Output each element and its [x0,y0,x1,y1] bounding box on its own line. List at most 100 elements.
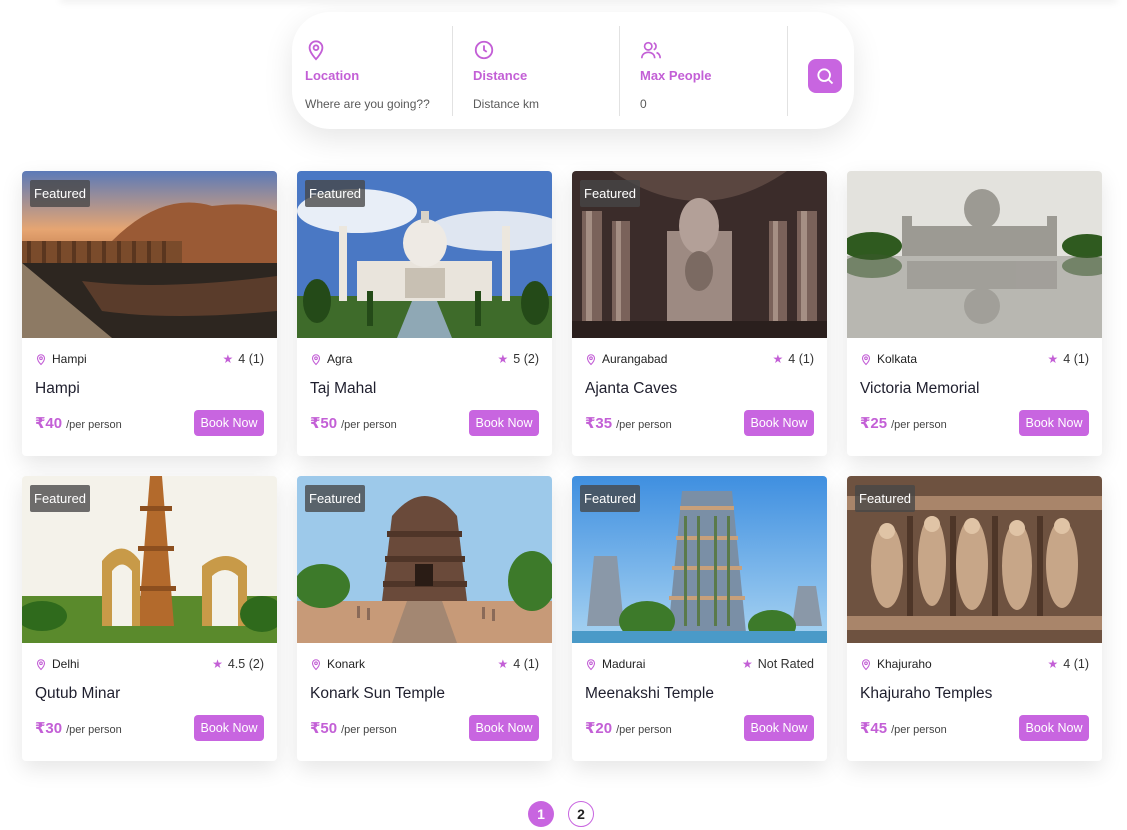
tour-rating: ★ 4 (1) [773,352,814,366]
tour-card: Featured Delhi ★ 4.5 (2) Qutub Minar ₹30/… [22,476,277,761]
tour-price-unit: /per person [341,418,397,431]
tour-rating-value: 4 (1) [788,352,814,366]
tour-location: Khajuraho [860,657,932,671]
pagination: 1 2 [528,801,594,827]
max-people-label: Max People [640,67,712,83]
tour-location: Konark [310,657,365,671]
tour-city: Kolkata [877,352,918,366]
star-icon: ★ [1047,352,1059,366]
tour-title[interactable]: Qutub Minar [35,685,264,703]
book-now-button[interactable]: Book Now [1019,715,1089,741]
tour-card: Featured Khajuraho ★ 4 (1) Khajuraho Temp… [847,476,1102,761]
max-people-field: Max People [619,25,787,116]
location-field: Location [292,26,452,116]
tour-photo: Featured [297,476,552,643]
search-bar: Location Distance Max People [292,12,854,129]
tour-card: Featured Madurai ★ Not Rated Meenakshi Te… [572,476,827,761]
tour-title[interactable]: Meenakshi Temple [585,685,814,703]
tour-price-unit: /per person [66,723,122,736]
tour-card: Featured Hampi ★ 4 (1) Hampi ₹40/per pers… [22,171,277,456]
book-now-button[interactable]: Book Now [469,410,539,436]
tour-rating: ★ 5 (2) [498,352,539,366]
featured-badge: Featured [30,180,91,207]
tour-card: Featured Konark ★ 4 (1) Konark Sun Temple… [297,476,552,761]
max-people-input[interactable] [640,96,775,111]
featured-badge: Featured [305,180,366,207]
tour-rating: ★ 4 (1) [223,352,264,366]
book-now-button[interactable]: Book Now [469,715,539,741]
tour-rating: ★ 4.5 (2) [212,657,264,671]
tour-grid: Featured Hampi ★ 4 (1) Hampi ₹40/per pers… [22,171,1102,761]
tour-price: ₹50 [310,719,338,737]
search-button[interactable] [808,58,842,93]
tour-location: Kolkata [860,352,917,366]
tour-price: ₹25 [860,414,888,432]
map-pin-icon [311,658,321,670]
tour-photo: Featured [847,476,1102,643]
map-pin-icon [586,353,596,365]
tour-rating: ★ Not Rated [742,657,814,671]
star-icon: ★ [222,352,234,366]
map-pin-icon [861,353,871,365]
tour-city: Hampi [52,352,87,366]
tour-location: Hampi [35,352,87,366]
star-icon: ★ [497,352,509,366]
tour-city: Aurangabad [602,352,668,366]
tour-card: Featured Aurangabad ★ 4 (1) Ajanta Caves … [572,171,827,456]
map-pin-icon [861,658,871,670]
map-pin-icon [308,39,324,60]
tour-rating: ★ 4 (1) [1048,657,1089,671]
featured-badge: Featured [305,485,366,512]
tour-photo [847,171,1102,338]
tour-card: Kolkata ★ 4 (1) Victoria Memorial ₹25/per… [847,171,1102,456]
page-button-2[interactable]: 2 [568,801,594,827]
tour-rating-value: 4 (1) [1063,352,1089,366]
distance-field: Distance [452,25,619,116]
star-icon: ★ [741,657,753,671]
tour-title[interactable]: Konark Sun Temple [310,685,539,703]
book-now-button[interactable]: Book Now [194,715,264,741]
tour-price-unit: /per person [891,723,947,736]
tour-city: Madurai [602,657,646,671]
tour-title[interactable]: Taj Mahal [310,380,539,398]
users-icon [641,41,661,58]
search-button-wrap [787,25,847,116]
book-now-button[interactable]: Book Now [744,410,814,436]
tour-rating: ★ 4 (1) [498,657,539,671]
distance-input[interactable] [473,96,608,111]
book-now-button[interactable]: Book Now [194,410,264,436]
tour-photo: Featured [22,171,277,338]
tour-photo: Featured [22,476,277,643]
tour-city: Khajuraho [877,657,932,671]
tour-location: Aurangabad [585,352,667,366]
search-icon [817,67,834,84]
star-icon: ★ [772,352,784,366]
star-icon: ★ [1047,657,1059,671]
tour-price-unit: /per person [616,418,672,431]
tour-location: Delhi [35,657,79,671]
clock-icon [474,40,494,59]
tour-rating-value: 5 (2) [513,352,539,366]
star-icon: ★ [212,657,223,671]
map-pin-icon [311,353,321,365]
tour-location: Agra [310,352,352,366]
page-button-1[interactable]: 1 [528,801,554,827]
tour-title[interactable]: Victoria Memorial [860,380,1089,398]
tour-rating: ★ 4 (1) [1048,352,1089,366]
tour-title[interactable]: Hampi [35,380,264,398]
book-now-button[interactable]: Book Now [744,715,814,741]
location-input[interactable] [305,96,440,111]
tour-price: ₹30 [35,719,63,737]
map-pin-icon [586,658,596,670]
tour-price: ₹40 [35,414,63,432]
tour-price: ₹50 [310,414,338,432]
tour-title[interactable]: Khajuraho Temples [860,685,1089,703]
featured-badge: Featured [580,485,641,512]
tour-title[interactable]: Ajanta Caves [585,380,814,398]
tour-rating-value: 4 (1) [513,657,539,671]
tour-photo: Featured [572,476,827,643]
book-now-button[interactable]: Book Now [1019,410,1089,436]
featured-badge: Featured [580,180,641,207]
tour-rating-value: 4 (1) [1063,657,1089,671]
featured-badge: Featured [855,485,916,512]
